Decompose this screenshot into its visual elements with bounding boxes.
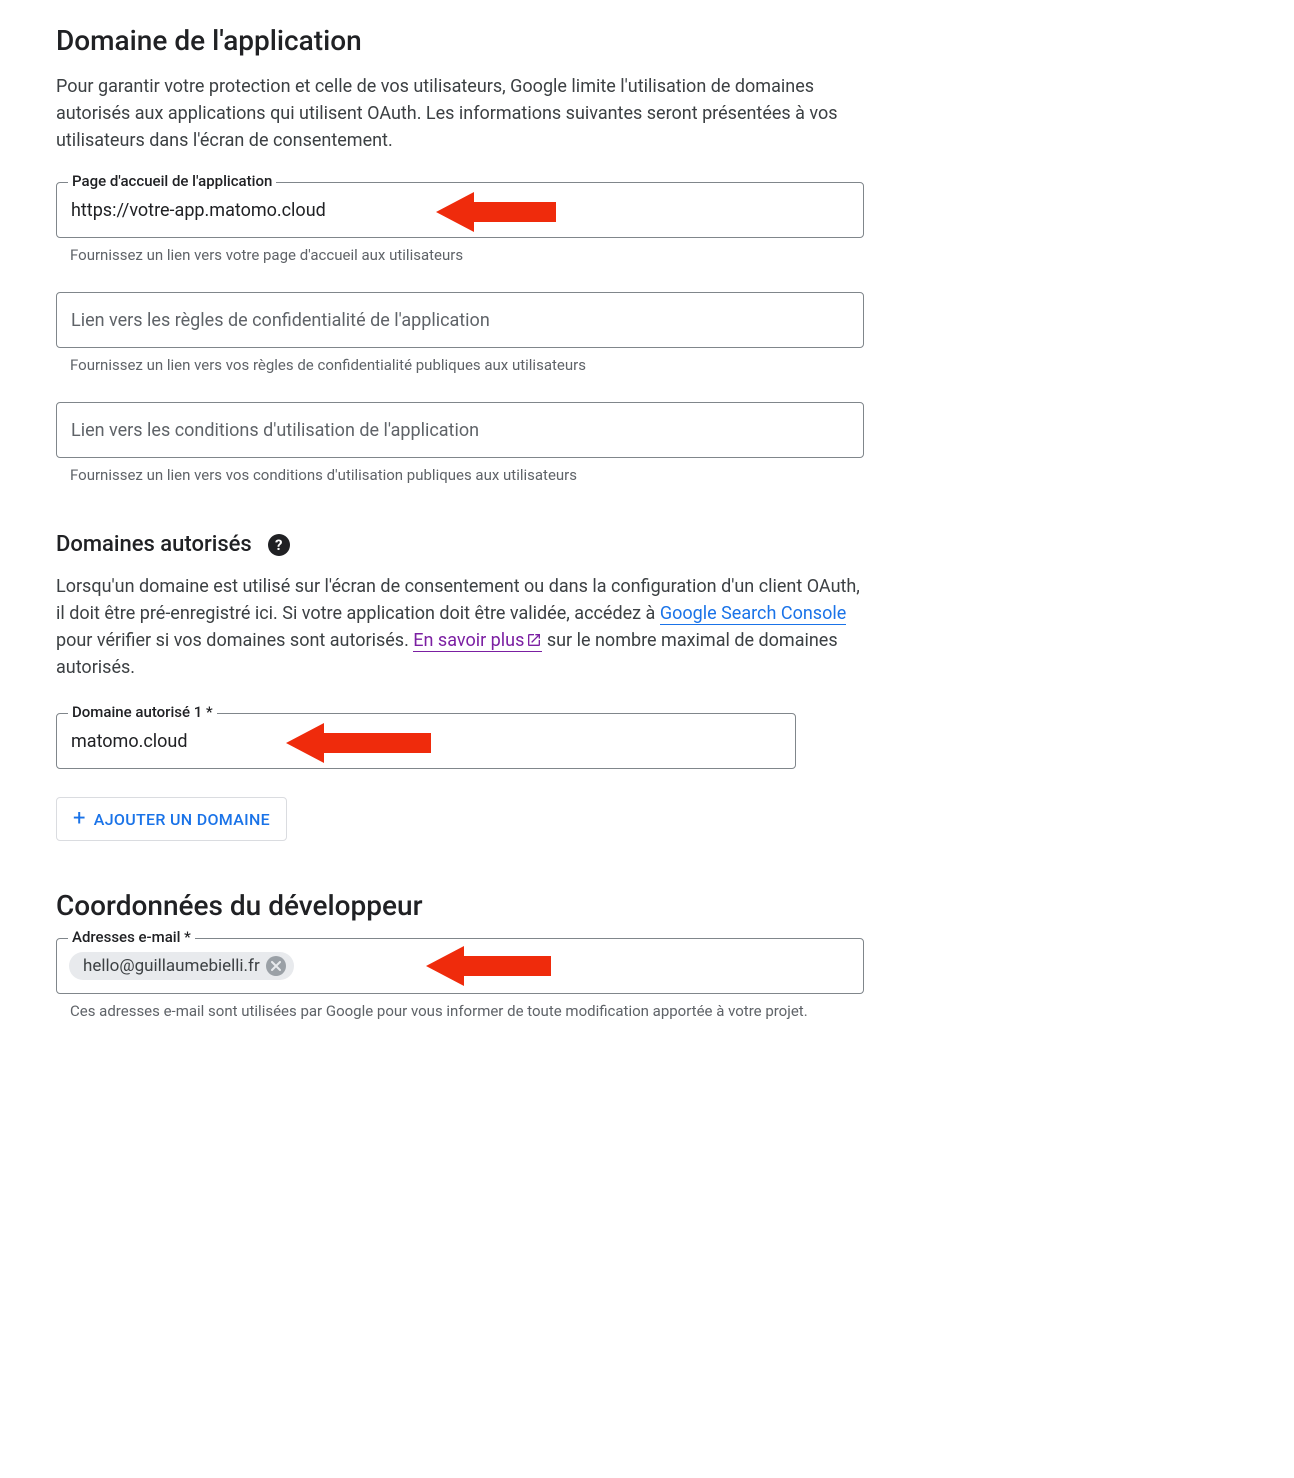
add-domain-button-label: AJOUTER UN DOMAINE <box>94 810 270 829</box>
learn-more-link[interactable]: En savoir plus <box>413 630 542 652</box>
section-title-developer-contact: Coordonnées du développeur <box>56 889 864 922</box>
section-description-app-domain: Pour garantir votre protection et celle … <box>56 73 864 154</box>
google-search-console-link[interactable]: Google Search Console <box>660 603 846 625</box>
authorized-domain-1-input[interactable] <box>56 713 796 769</box>
privacy-policy-input[interactable] <box>56 292 864 348</box>
section-title-app-domain: Domaine de l'application <box>56 24 864 57</box>
privacy-policy-helper-text: Fournissez un lien vers vos règles de co… <box>70 356 864 374</box>
authorized-domain-1-label: Domaine autorisé 1 * <box>68 703 217 721</box>
email-addresses-label: Adresses e-mail * <box>68 928 195 946</box>
terms-helper-text: Fournissez un lien vers vos conditions d… <box>70 466 864 484</box>
terms-input[interactable] <box>56 402 864 458</box>
authorized-domains-description: Lorsqu'un domaine est utilisé sur l'écra… <box>56 573 864 681</box>
homepage-input[interactable] <box>56 182 864 238</box>
plus-icon: + <box>73 808 86 830</box>
section-title-authorized-domains: Domaines autorisés <box>56 532 252 557</box>
external-link-icon <box>526 632 542 648</box>
email-addresses-helper-text: Ces adresses e-mail sont utilisées par G… <box>70 1002 864 1020</box>
help-icon[interactable]: ? <box>268 534 290 556</box>
email-addresses-input[interactable]: hello@guillaumebielli.fr <box>56 938 864 994</box>
chip-remove-icon[interactable] <box>266 956 286 976</box>
email-chip: hello@guillaumebielli.fr <box>69 952 294 980</box>
homepage-input-label: Page d'accueil de l'application <box>68 172 276 190</box>
add-domain-button[interactable]: + AJOUTER UN DOMAINE <box>56 797 287 841</box>
homepage-helper-text: Fournissez un lien vers votre page d'acc… <box>70 246 864 264</box>
